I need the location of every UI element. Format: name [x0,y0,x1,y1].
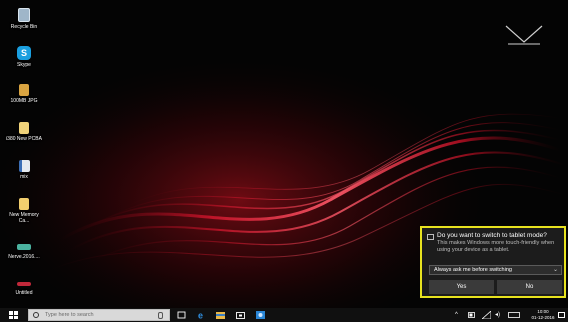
desktop-icon-nerve-2016[interactable]: Nerve.2016.... [4,240,44,260]
folder-icon [19,84,29,96]
store-icon[interactable] [236,311,245,319]
desktop-icon-new-memory-card[interactable]: New Memory Ca... [4,198,44,224]
clock-date: 01-12-2016 [531,315,555,320]
desktop-icon-label: New Memory Ca... [9,212,39,224]
clock[interactable]: 10:00 01-12-2016 [530,309,556,321]
desktop-icon-label: Nerve.2016.... [8,254,40,260]
windows-logo-icon [9,311,13,315]
desktop-icon-skype[interactable]: S Skype [4,46,44,68]
desktop-icon-label: Recycle Bin [10,24,38,30]
keyboard-icon[interactable] [508,312,520,318]
start-button[interactable] [9,311,18,319]
file-explorer-icon[interactable] [216,311,225,319]
photos-icon[interactable] [256,311,265,319]
dropdown-selected-value: Always ask me before switching [434,267,512,273]
tablet-mode-icon [427,234,434,240]
microphone-icon[interactable] [158,312,163,319]
edge-icon[interactable]: e [197,311,206,319]
desktop-icon-label: 100MB JPG [10,98,38,104]
desktop-icon-recycle-bin[interactable]: Recycle Bin [4,8,44,30]
search-placeholder: Type here to search [45,312,94,318]
desktop-icon-label: i380 New PCBA [6,136,42,142]
chevron-down-icon: ⌄ [552,267,558,273]
search-input[interactable]: Type here to search [28,309,170,321]
recycle-bin-icon [18,8,30,22]
yes-button[interactable]: Yes [429,280,494,294]
tablet-mode-preference-dropdown[interactable]: Always ask me before switching ⌄ [429,265,562,275]
task-view-icon[interactable] [177,311,186,319]
desktop-icon-i380-new-pcba[interactable]: i380 New PCBA [4,122,44,142]
desktop-icon-label: Skype [17,62,31,68]
notification-body: This makes Windows more touch-friendly w… [437,240,555,253]
desktop-icon-untitled[interactable]: Untitled [4,276,44,296]
desktop-icon-mix[interactable]: mix [4,160,44,180]
action-center-icon[interactable] [558,312,565,318]
desktop-icon-label: mix [20,174,28,180]
folder-icon [19,198,29,210]
tablet-mode-chevron-icon [505,25,543,45]
notification-title: Do you want to switch to tablet mode? [437,232,547,239]
desktop-icon-100mb-jpg[interactable]: 100MB JPG [4,84,44,104]
chevron-up-icon[interactable]: ^ [455,308,458,322]
taskbar: Type here to search e ^ ◂) 10:00 01-12-2… [0,308,568,322]
folder-icon [18,160,30,172]
network-icon[interactable] [482,311,491,319]
battery-icon[interactable] [468,312,476,318]
folder-icon [19,122,29,134]
tablet-mode-notification: Do you want to switch to tablet mode? Th… [420,226,566,298]
volume-icon[interactable]: ◂) [495,308,500,322]
image-file-icon [17,282,31,286]
desktop-icon-label: Untitled [15,290,33,296]
svg-text:e: e [198,311,203,319]
skype-icon: S [17,46,31,60]
no-button[interactable]: No [497,280,562,294]
cortana-icon [33,312,39,318]
video-file-icon [17,244,31,250]
